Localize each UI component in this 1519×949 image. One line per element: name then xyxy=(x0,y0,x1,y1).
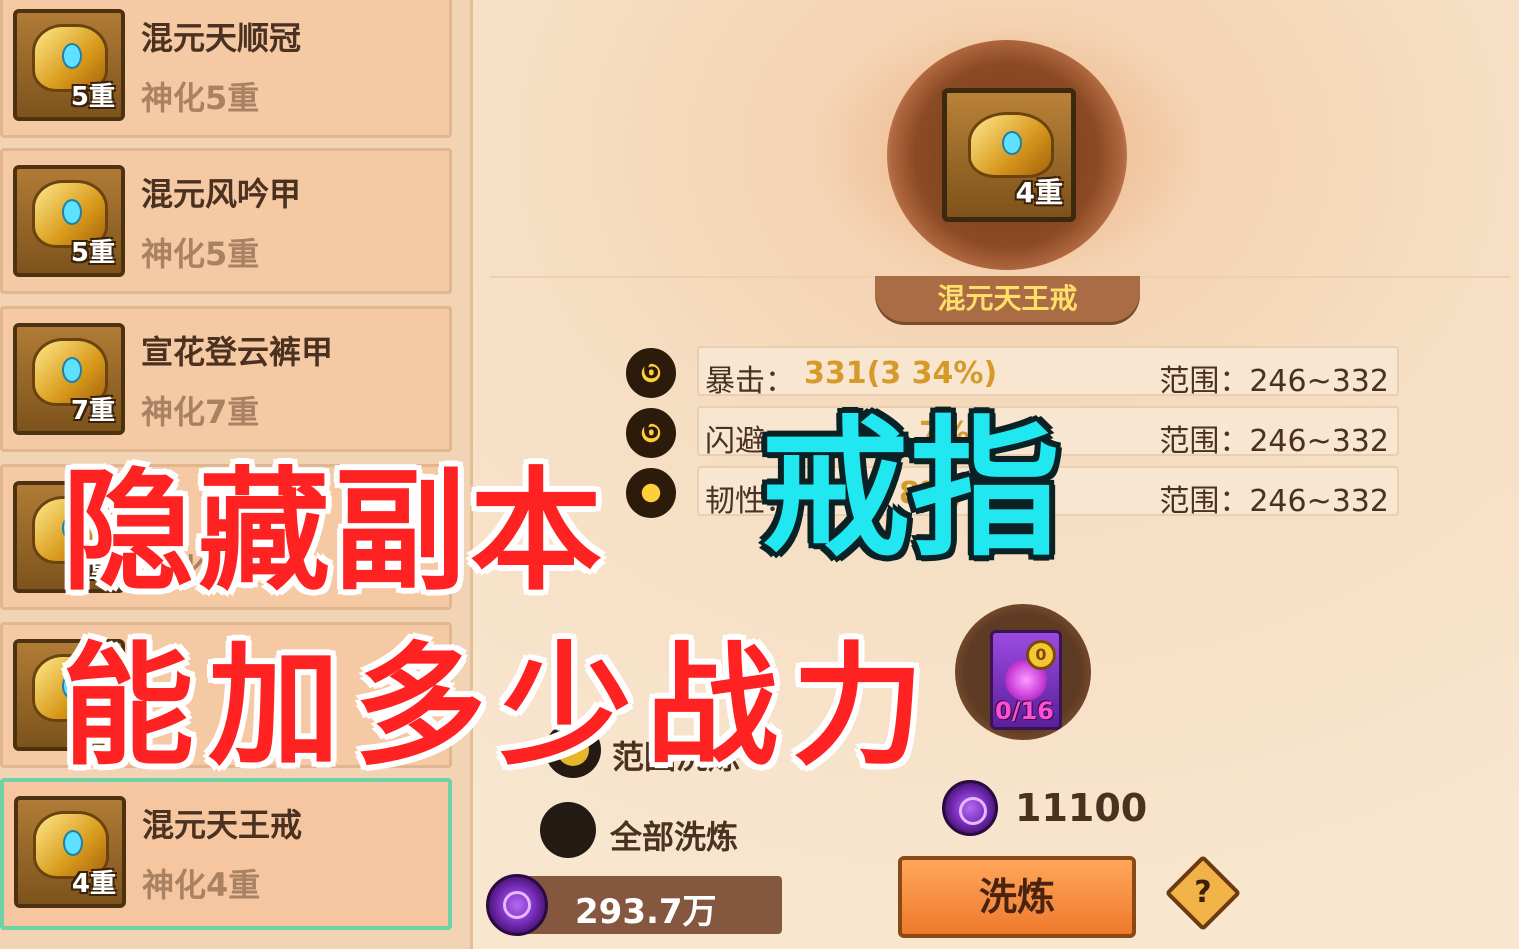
armor-icon: 5重 xyxy=(13,165,125,277)
item-level: 7重 xyxy=(70,396,115,426)
overlay-title-highlight: 戒指 xyxy=(760,403,1061,577)
overlay-title-line1: 隐藏副本 xyxy=(62,455,606,609)
item-sub: 神化4重 xyxy=(142,866,261,904)
equipment-refine-screen: 5重 混元天顺冠 神化5重 5重 混元风吟甲 神化5重 7重 宣花登云裤甲 神化… xyxy=(0,0,1519,949)
refine-cost: 11100 xyxy=(1015,786,1148,830)
item-sub: 神化5重 xyxy=(141,235,260,273)
item-level: 5重 xyxy=(70,238,115,268)
overlay-title-line2: 能加多少战力 xyxy=(62,630,938,784)
leg-armor-icon: 7重 xyxy=(13,323,125,435)
lock-icon[interactable]: 6 xyxy=(626,348,676,398)
material-coin-icon: 0 xyxy=(1026,640,1056,670)
crown-icon: 5重 xyxy=(13,9,125,121)
balance-currency-icon xyxy=(486,874,548,936)
attribute-range: 范围：246~332 xyxy=(1159,424,1389,459)
selected-name-banner: 混元天王戒 xyxy=(875,276,1140,322)
balance-amount: 293.7万 xyxy=(575,892,717,932)
list-item-crown[interactable]: 5重 混元天顺冠 神化5重 xyxy=(0,0,452,138)
selected-level: 4重 xyxy=(1015,176,1063,209)
ring-icon: 4重 xyxy=(14,796,126,908)
item-level: 4重 xyxy=(71,869,116,899)
item-name: 混元天王戒 xyxy=(142,806,303,844)
item-name: 宣花登云裤甲 xyxy=(141,333,334,371)
item-sub: 神化5重 xyxy=(141,79,260,117)
item-name: 混元风吟甲 xyxy=(141,175,302,213)
all-refine-label: 全部洗炼 xyxy=(610,818,739,856)
refine-button[interactable]: 洗炼 xyxy=(898,856,1136,938)
lock-icon[interactable]: 6 xyxy=(626,408,676,458)
list-item-ring-selected[interactable]: 4重 混元天王戒 神化4重 xyxy=(0,778,452,930)
attribute-range: 范围：246~332 xyxy=(1159,484,1389,519)
material-count: 0/16 xyxy=(995,697,1054,725)
attribute-range: 范围：246~332 xyxy=(1159,364,1389,399)
lock-icon[interactable] xyxy=(626,468,676,518)
item-name: 混元天顺冠 xyxy=(141,19,302,57)
refine-currency-icon xyxy=(942,780,998,836)
help-icon[interactable]: ? xyxy=(1164,854,1242,932)
item-level: 5重 xyxy=(70,82,115,112)
all-refine-radio[interactable] xyxy=(540,802,596,858)
list-item-armor[interactable]: 5重 混元风吟甲 神化5重 xyxy=(0,148,452,294)
selected-ring-icon: 4重 xyxy=(942,88,1076,222)
